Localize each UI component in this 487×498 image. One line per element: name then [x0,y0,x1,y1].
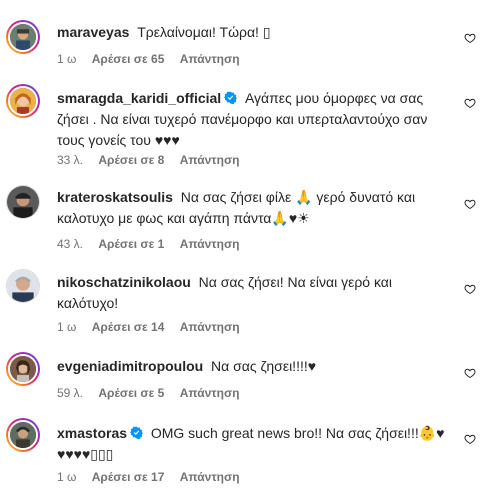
avatar[interactable] [6,418,40,452]
username-link[interactable]: krateroskatsoulis [57,189,173,205]
reply-button[interactable]: Απάντηση [180,153,240,167]
username-link[interactable]: xmastoras [57,425,127,441]
avatar[interactable] [6,20,40,54]
verified-badge-icon [130,426,143,439]
likes-count-button[interactable]: Αρέσει σε 65 [92,52,165,66]
likes-count-button[interactable]: Αρέσει σε 14 [92,320,165,334]
comment-meta: 1 ω Αρέσει σε 14 Απάντηση [57,320,252,334]
reply-button[interactable]: Απάντηση [180,386,240,400]
username-link[interactable]: smaragda_karidi_official [57,90,221,106]
username-link[interactable]: maraveyas [57,24,129,40]
comment-time: 33 λ. [57,153,84,167]
comment-meta: 33 λ. Αρέσει σε 8 Απάντηση [57,153,252,167]
username-link[interactable]: evgeniadimitropoulou [57,358,203,374]
comment-text: smaragda_karidi_official Αγάπες μου όμορ… [57,88,452,151]
username-link[interactable]: nikoschatzinikolaou [57,274,191,290]
reply-button[interactable]: Απάντηση [180,320,240,334]
comment-meta: 43 λ. Αρέσει σε 1 Απάντηση [57,237,252,251]
comment-meta: 1 ω Αρέσει σε 65 Απάντηση [57,52,252,66]
comment-text: krateroskatsoulis Να σας ζήσει φίλε 🙏 γε… [57,187,452,229]
comment-body: Τρελαίνομαι! Τώρα! ▯ [137,24,271,40]
comment-time: 1 ω [57,470,77,484]
heart-outline-icon[interactable] [464,32,476,44]
likes-count-button[interactable]: Αρέσει σε 1 [98,237,164,251]
comment-text: xmastoras OMG such great news bro!! Να σ… [57,423,452,465]
avatar[interactable] [6,352,40,386]
verified-badge-icon [224,91,238,104]
comment-meta: 1 ω Αρέσει σε 17 Απάντηση [57,470,252,484]
likes-count-button[interactable]: Αρέσει σε 17 [92,470,165,484]
heart-outline-icon[interactable] [464,433,476,445]
heart-outline-icon[interactable] [464,367,476,379]
comment-time: 1 ω [57,320,77,334]
comment-text: maraveyas Τρελαίνομαι! Τώρα! ▯ [57,22,452,43]
avatar[interactable] [6,84,40,118]
comment-body: Να σας ζησει!!!!♥ [211,358,317,374]
likes-count-button[interactable]: Αρέσει σε 5 [98,386,164,400]
likes-count-button[interactable]: Αρέσει σε 8 [98,153,164,167]
comment-meta: 59 λ. Αρέσει σε 5 Απάντηση [57,386,252,400]
heart-outline-icon[interactable] [464,97,476,109]
comment-time: 59 λ. [57,386,84,400]
heart-outline-icon[interactable] [464,198,476,210]
reply-button[interactable]: Απάντηση [180,470,240,484]
reply-button[interactable]: Απάντηση [180,237,240,251]
comment-text: nikoschatzinikolaou Να σας ζήσει! Να είν… [57,272,452,314]
comment-time: 1 ω [57,52,77,66]
reply-button[interactable]: Απάντηση [180,52,240,66]
comment-time: 43 λ. [57,237,84,251]
heart-outline-icon[interactable] [464,283,476,295]
comment-text: evgeniadimitropoulou Να σας ζησει!!!!♥ [57,356,452,377]
avatar[interactable] [6,185,40,219]
avatar[interactable] [6,269,40,303]
